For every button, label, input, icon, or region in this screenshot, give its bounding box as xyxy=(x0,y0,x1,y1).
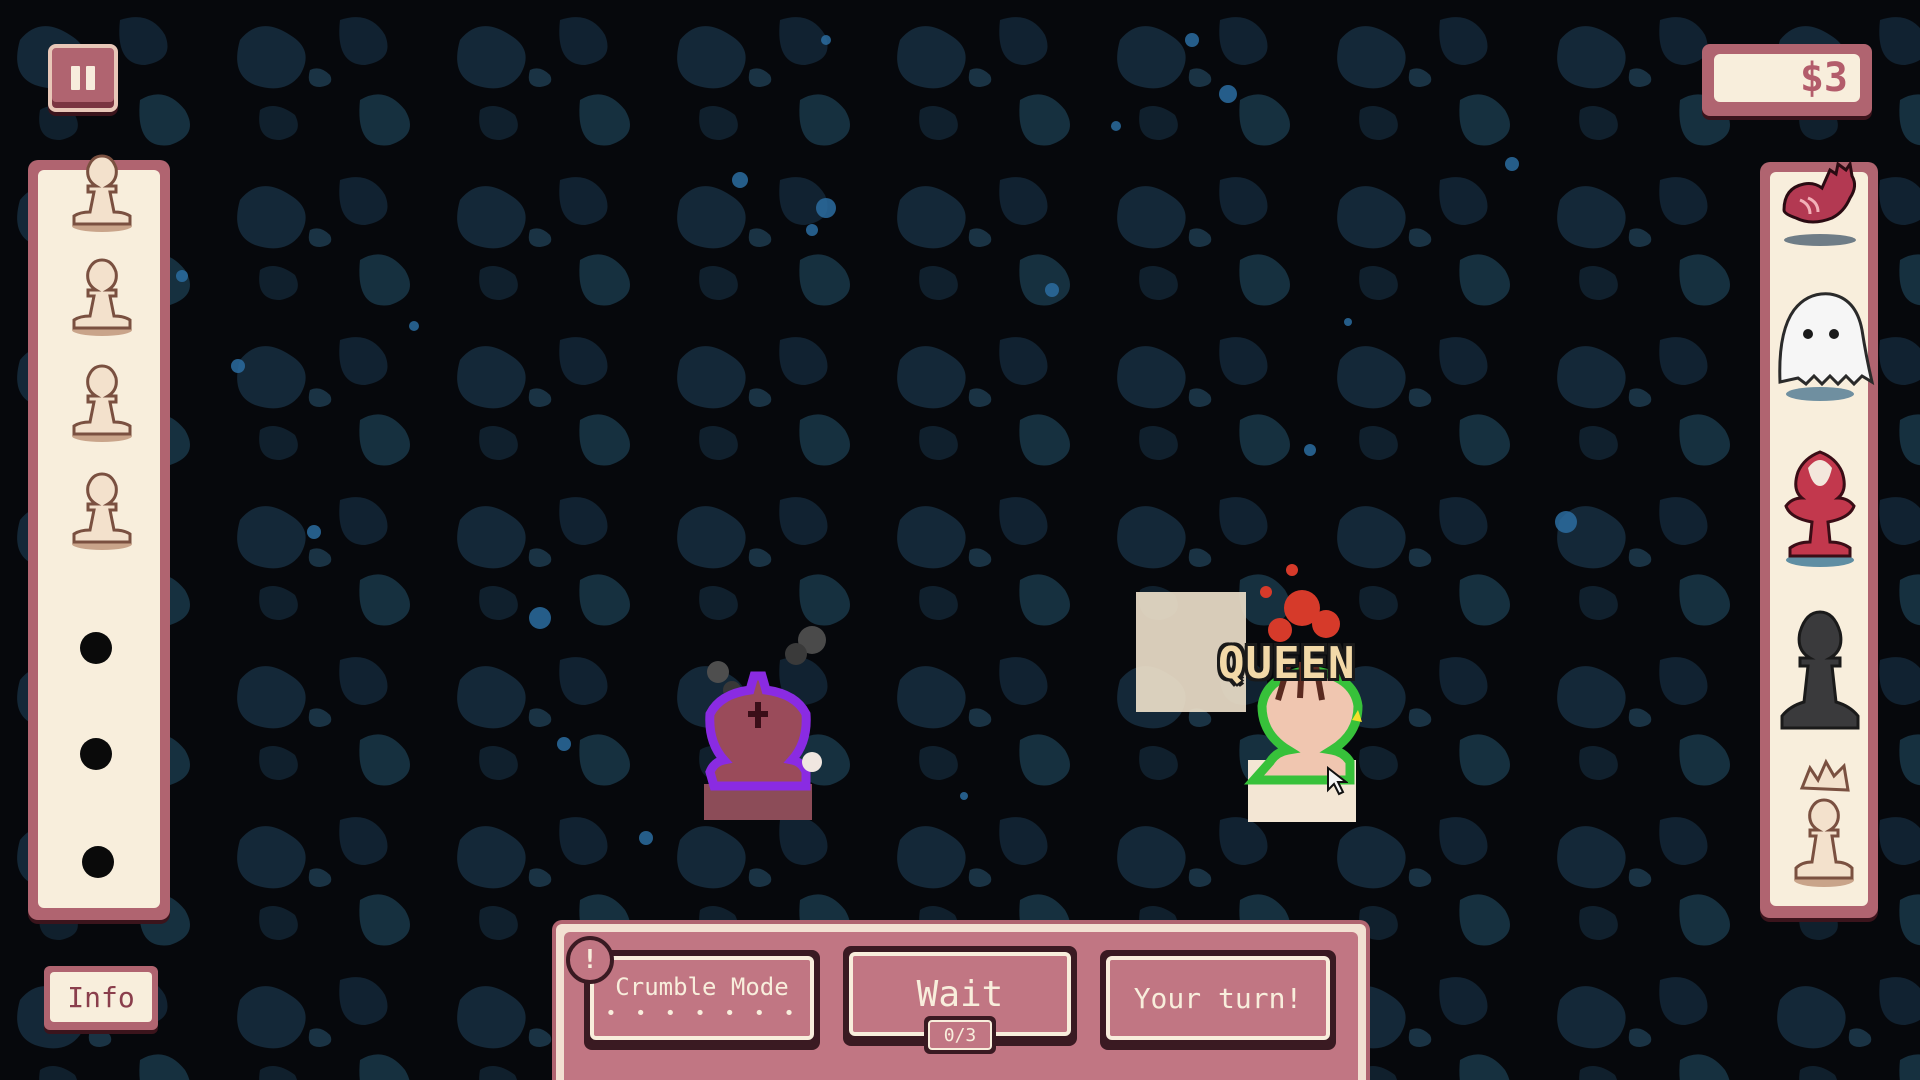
pause-icon xyxy=(71,66,80,90)
wait-counter: 0/3 xyxy=(924,1016,996,1054)
enemy-king-piece[interactable] xyxy=(692,616,832,826)
crumble-mode-button[interactable]: Crumble Mode • • • • • • • xyxy=(584,950,820,1050)
pause-button[interactable] xyxy=(48,44,118,112)
mouse-cursor-icon xyxy=(1327,766,1348,796)
info-label: Info xyxy=(50,972,152,1022)
money-amount: $3 xyxy=(1714,54,1860,102)
pawn-icon[interactable] xyxy=(56,354,148,446)
alert-icon: ! xyxy=(566,936,614,984)
crumble-charge-dots: • • • • • • • xyxy=(605,1002,799,1024)
background xyxy=(0,0,1920,1080)
money-display: $3 xyxy=(1702,44,1872,116)
crowned-pawn-icon[interactable] xyxy=(1780,752,1880,892)
bishop-icon[interactable] xyxy=(1768,432,1872,572)
ghost-icon[interactable] xyxy=(1762,282,1876,406)
empty-slot xyxy=(82,846,114,878)
empty-slot xyxy=(80,738,112,770)
crumble-mode-label: Crumble Mode xyxy=(615,972,789,1001)
rooster-icon[interactable] xyxy=(1770,150,1870,250)
your-turn-label: Your turn! xyxy=(1133,981,1303,1015)
turn-indicator-button[interactable]: Your turn! xyxy=(1100,950,1336,1050)
wait-label: Wait xyxy=(916,973,1004,1015)
shadow-pawn-icon[interactable] xyxy=(1768,598,1872,734)
pawn-icon[interactable] xyxy=(56,248,148,340)
pawn-icon[interactable] xyxy=(56,462,148,554)
info-button[interactable]: Info xyxy=(44,966,158,1030)
empty-slot xyxy=(80,632,112,664)
wait-counter-value: 0/3 xyxy=(928,1020,992,1050)
pawn-icon[interactable] xyxy=(56,144,148,236)
piece-name-label: QUEEN xyxy=(1218,638,1356,689)
